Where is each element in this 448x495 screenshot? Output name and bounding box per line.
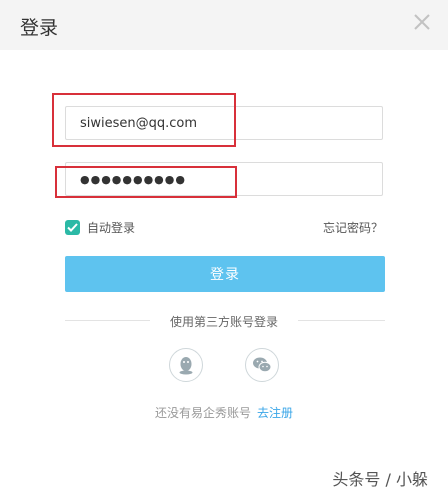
wechat-login-button[interactable] — [245, 348, 279, 382]
wechat-icon — [253, 357, 272, 373]
login-button[interactable]: 登录 — [65, 256, 385, 292]
third-party-login-label: 使用第三方账号登录 — [159, 315, 288, 329]
qq-login-button[interactable] — [169, 348, 203, 382]
account-input[interactable] — [66, 107, 382, 139]
auto-login-checkbox[interactable] — [65, 219, 80, 235]
close-icon[interactable] — [412, 12, 432, 32]
account-field[interactable] — [65, 106, 383, 140]
forgot-password-link[interactable]: 忘记密码？ — [323, 219, 383, 236]
qq-icon — [179, 357, 193, 375]
auto-login-row[interactable]: 自动登录 — [65, 218, 135, 236]
register-prompt: 还没有易企秀账号 — [154, 406, 251, 420]
password-input[interactable] — [66, 163, 382, 195]
password-field[interactable] — [65, 162, 383, 196]
register-row: 还没有易企秀账号 去注册 — [0, 404, 448, 421]
auto-login-label: 自动登录 — [87, 220, 136, 235]
dialog-header: 登录 — [0, 0, 448, 50]
checkmark-icon — [67, 222, 78, 232]
register-link[interactable]: 去注册 — [257, 406, 293, 420]
dialog-title: 登录 — [20, 17, 59, 39]
watermark-text: 头条号 / 小躲 — [332, 470, 428, 489]
